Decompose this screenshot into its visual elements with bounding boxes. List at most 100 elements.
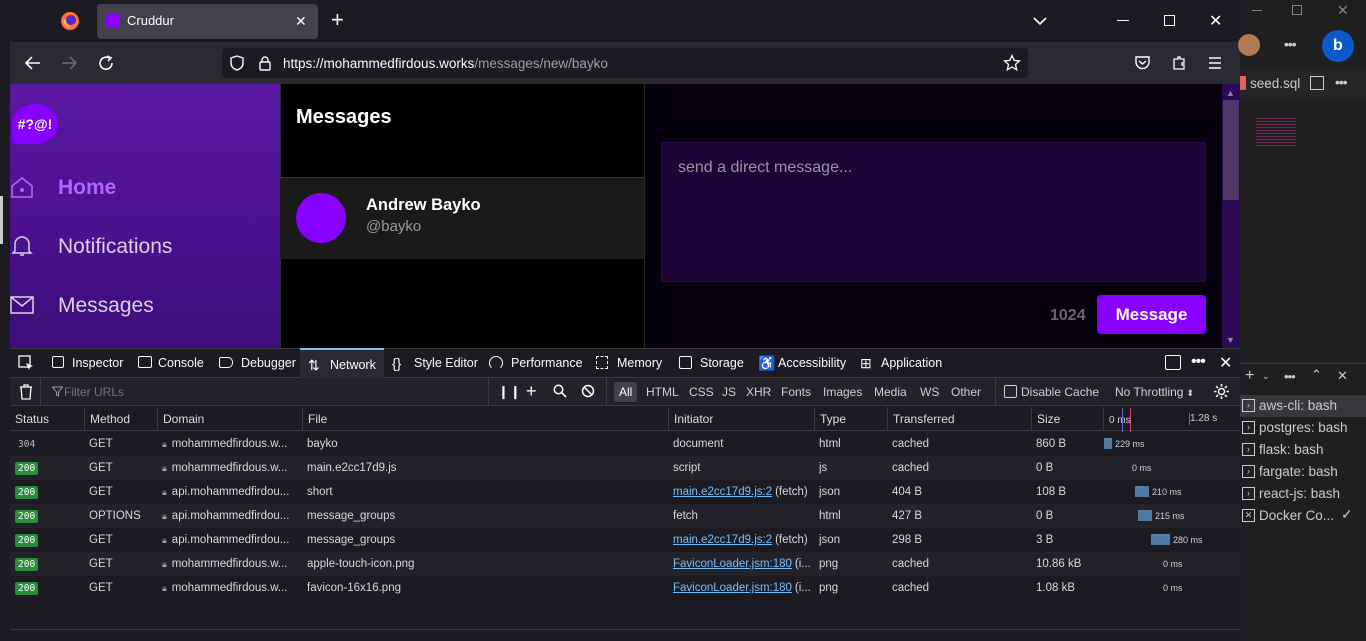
terminal-item[interactable]: flask: bash [1259, 442, 1324, 457]
filter-html[interactable]: HTML [641, 382, 684, 402]
terminal-item[interactable]: postgres: bash [1259, 420, 1348, 435]
extensions-icon[interactable] [1171, 55, 1187, 71]
close-tab-icon[interactable]: ✕ [295, 13, 307, 30]
vscode-minimize-icon[interactable] [1252, 10, 1262, 11]
new-terminal-icon[interactable]: + [1245, 367, 1254, 385]
initiator-link[interactable]: FaviconLoader.jsm:180 [673, 582, 792, 594]
add-request-icon[interactable]: + [526, 381, 537, 402]
more-options-icon[interactable]: ••• [1191, 353, 1206, 371]
block-icon[interactable] [581, 384, 595, 398]
dock-side-icon[interactable] [1165, 355, 1181, 370]
element-picker-icon[interactable] [18, 355, 34, 371]
search-icon[interactable] [553, 384, 567, 398]
cell-initiator: FaviconLoader.jsm:180 (i... [673, 552, 811, 576]
filter-other[interactable]: Other [946, 382, 986, 402]
cruddur-logo[interactable]: #?@! [12, 104, 58, 144]
bing-chat-icon[interactable]: b [1322, 30, 1354, 62]
filter-fonts[interactable]: Fonts [776, 382, 816, 402]
chevron-down-icon[interactable] [1032, 13, 1048, 29]
account-avatar[interactable] [1238, 34, 1260, 56]
filter-images[interactable]: Images [818, 382, 867, 402]
filter-ws[interactable]: WS [915, 382, 944, 402]
terminal-icon: › [1242, 443, 1255, 456]
tab-network[interactable]: ⇅ Network [300, 348, 384, 378]
col-domain[interactable]: Domain [157, 407, 302, 431]
back-icon[interactable] [24, 54, 42, 72]
direct-message-input[interactable]: send a direct message... [661, 142, 1206, 282]
tab-accessibility[interactable]: ♿ Accessibility [754, 348, 846, 378]
throttling-select[interactable]: No Throttling ⬍ [1110, 382, 1199, 402]
col-method[interactable]: Method [84, 407, 157, 431]
new-tab-icon[interactable]: + [331, 9, 344, 31]
filter-all[interactable]: All [614, 382, 638, 402]
terminal-item[interactable]: Docker Co... [1259, 508, 1334, 523]
scroll-up-icon[interactable]: ▲ [1226, 88, 1235, 98]
reload-icon[interactable] [97, 54, 115, 72]
tab-application[interactable]: ⊞ Application [856, 348, 942, 378]
initiator-link[interactable]: FaviconLoader.jsm:180 [673, 558, 792, 570]
bookmark-star-icon[interactable] [1003, 54, 1021, 72]
cell-domain: 🔒︎ api.mohammedfirdou... [162, 504, 299, 528]
minimize-icon[interactable] [1117, 20, 1129, 21]
initiator-link[interactable]: main.e2cc17d9.js:2 [673, 486, 772, 498]
col-size[interactable]: Size [1031, 407, 1103, 431]
col-waterfall[interactable]: 0 ms 1.28 s [1103, 407, 1240, 431]
nav-notifications[interactable]: Notifications [58, 235, 172, 259]
page-scrollbar-thumb[interactable] [1223, 100, 1239, 200]
send-message-button[interactable]: Message [1097, 295, 1206, 334]
vscode-restore-icon[interactable] [1292, 5, 1302, 15]
minimap[interactable] [1256, 118, 1296, 146]
close-window-icon[interactable]: ✕ [1209, 11, 1222, 31]
close-panel-icon[interactable]: ✕ [1337, 368, 1348, 384]
scroll-down-icon[interactable]: ▼ [1226, 335, 1235, 345]
maximize-icon[interactable] [1164, 15, 1175, 26]
col-initiator[interactable]: Initiator [668, 407, 814, 431]
cell-status: 200 [15, 456, 81, 480]
pause-icon[interactable]: ❙❙ [498, 384, 522, 400]
forward-icon[interactable] [60, 54, 78, 72]
terminal-item[interactable]: react-js: bash [1259, 486, 1340, 501]
trash-icon[interactable] [19, 384, 33, 400]
vscode-close-icon[interactable]: ✕ [1337, 2, 1349, 19]
editor-more-icon[interactable]: ••• [1335, 74, 1348, 90]
col-transferred[interactable]: Transferred [887, 407, 1031, 431]
filter-css[interactable]: CSS [684, 382, 719, 402]
terminal-more-icon[interactable]: ••• [1284, 369, 1296, 384]
maximize-panel-icon[interactable]: ⌃ [1311, 367, 1322, 383]
tab-performance[interactable]: Performance [485, 348, 583, 378]
tab-console[interactable]: Console [134, 348, 204, 378]
filter-js[interactable]: JS [717, 382, 741, 402]
tab-memory[interactable]: Memory [592, 348, 662, 378]
col-type[interactable]: Type [814, 407, 887, 431]
lock-icon[interactable] [257, 55, 273, 71]
network-settings-gear-icon[interactable] [1213, 383, 1230, 400]
split-editor-icon[interactable] [1310, 76, 1324, 90]
filter-media[interactable]: Media [869, 382, 912, 402]
col-file[interactable]: File [302, 407, 668, 431]
nav-messages[interactable]: Messages [58, 294, 154, 318]
hamburger-menu-icon[interactable] [1207, 55, 1223, 71]
initiator-link[interactable]: main.e2cc17d9.js:2 [673, 534, 772, 546]
firefox-icon[interactable] [60, 11, 80, 31]
tracking-shield-icon[interactable] [229, 55, 245, 71]
filter-urls-input[interactable] [64, 382, 484, 402]
tab-inspector[interactable]: Inspector [48, 348, 123, 378]
tab-debugger[interactable]: Debugger [213, 348, 296, 378]
url-text[interactable]: https://mohammedfirdous.works/messages/n… [283, 56, 608, 71]
cell-file: favicon-16x16.png [307, 582, 401, 594]
close-devtools-icon[interactable]: ✕ [1219, 353, 1232, 373]
tab-style-editor[interactable]: {} Style Editor [388, 348, 478, 378]
terminal-item[interactable]: aws-cli: bash [1259, 398, 1337, 413]
vscode-more-icon[interactable]: ••• [1284, 36, 1297, 52]
tab-storage[interactable]: Storage [674, 348, 744, 378]
vscode-tab-seed-sql[interactable]: seed.sql [1250, 76, 1300, 91]
terminal-item[interactable]: fargate: bash [1259, 464, 1338, 479]
nav-home[interactable]: Home [58, 176, 116, 200]
filter-xhr[interactable]: XHR [741, 382, 776, 402]
waterfall-timing: 215 ms [1155, 511, 1185, 521]
terminal-dropdown-icon[interactable]: ⌄ [1262, 371, 1270, 382]
waterfall-timing: 0 ms [1132, 463, 1152, 473]
col-status[interactable]: Status [10, 407, 84, 431]
pocket-icon[interactable] [1134, 55, 1151, 71]
edge-handle[interactable] [0, 196, 3, 244]
